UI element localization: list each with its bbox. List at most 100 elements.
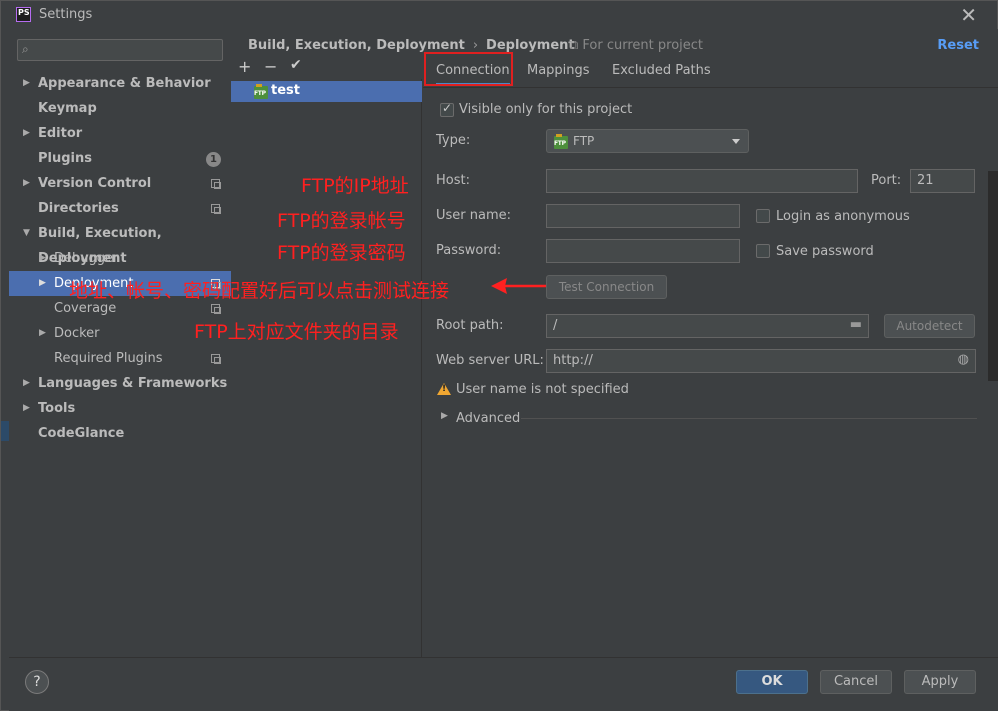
sidebar-item-debugger[interactable]: ▶ Debugger <box>9 246 231 271</box>
chevron-right-icon[interactable]: ▶ <box>441 411 448 421</box>
login-anonymous-label: Login as anonymous <box>776 209 910 224</box>
sidebar-item-keymap[interactable]: Keymap <box>9 96 231 121</box>
breadcrumb: Build, Execution, Deployment › Deployment <box>248 38 575 53</box>
chevron-right-icon: ▶ <box>39 278 46 288</box>
user-name-label: User name: <box>436 208 512 223</box>
scope-label: ⧉ For current project <box>569 38 704 53</box>
connection-tab-highlight <box>424 52 513 86</box>
web-server-url-value: http:// <box>553 353 593 368</box>
warning-icon <box>437 383 451 395</box>
background-window-strip <box>1 421 9 441</box>
password-input[interactable] <box>546 239 740 263</box>
sidebar-item-version-control[interactable]: ▶ Version Control <box>9 171 231 196</box>
chevron-right-icon: ▶ <box>23 403 30 413</box>
project-scope-icon <box>211 204 221 214</box>
search-input[interactable]: ⌕ <box>17 39 223 61</box>
user-name-input[interactable] <box>546 204 740 228</box>
annotation-host: FTP的IP地址 <box>301 175 409 197</box>
port-label: Port: <box>871 173 902 188</box>
settings-window: PS Settings ✕ ⌕ ▶ Appearance & Behavior … <box>0 0 998 711</box>
reset-link[interactable]: Reset <box>937 38 979 53</box>
sidebar-item-label: CodeGlance <box>38 426 125 441</box>
annotation-root: FTP上对应文件夹的目录 <box>194 321 399 343</box>
sidebar-item-languages-frameworks[interactable]: ▶ Languages & Frameworks <box>9 371 231 396</box>
autodetect-button[interactable]: Autodetect <box>884 314 975 338</box>
visible-only-label: Visible only for this project <box>459 102 633 117</box>
sidebar-item-editor[interactable]: ▶ Editor <box>9 121 231 146</box>
root-path-value: / <box>553 318 558 333</box>
port-input[interactable]: 21 <box>910 169 975 193</box>
sidebar-item-build-execution-deployment[interactable]: ▼ Build, Execution, Deployment <box>9 221 231 266</box>
login-anonymous-checkbox[interactable] <box>756 209 770 223</box>
sidebar-item-label: Directories <box>38 201 119 216</box>
sidebar-item-label: Version Control <box>38 176 152 191</box>
web-server-url-input[interactable]: http:// ◍ <box>546 349 976 373</box>
project-scope-icon <box>211 179 221 189</box>
sidebar-item-plugins[interactable]: Plugins 1 <box>9 146 231 171</box>
host-input[interactable] <box>546 169 858 193</box>
remove-server-button[interactable]: − <box>264 57 277 76</box>
close-icon[interactable]: ✕ <box>960 3 977 27</box>
save-password-checkbox[interactable] <box>756 244 770 258</box>
project-scope-icon <box>211 354 221 364</box>
type-label: Type: <box>436 133 471 148</box>
server-list-item[interactable]: FTP test <box>231 81 422 102</box>
sidebar-item-label: Editor <box>38 126 83 141</box>
chevron-down-icon <box>732 139 740 144</box>
password-label: Password: <box>436 243 502 258</box>
sidebar-item-label: Languages & Frameworks <box>38 376 228 391</box>
add-server-button[interactable]: + <box>238 57 251 76</box>
tab-mappings[interactable]: Mappings <box>527 57 590 85</box>
sidebar-item-directories[interactable]: Directories <box>9 196 231 221</box>
sidebar-item-tools[interactable]: ▶ Tools <box>9 396 231 421</box>
phpstorm-app-icon: PS <box>16 7 31 22</box>
tab-excluded-paths[interactable]: Excluded Paths <box>612 57 711 85</box>
sidebar-item-label: Plugins <box>38 151 92 166</box>
cancel-button[interactable]: Cancel <box>820 670 892 694</box>
sidebar-item-appearance[interactable]: ▶ Appearance & Behavior <box>9 71 231 96</box>
chevron-right-icon: ▶ <box>39 328 46 338</box>
sidebar-item-label: Debugger <box>54 251 119 266</box>
folder-icon[interactable]: ▬ <box>850 317 862 332</box>
project-scope-icon <box>211 304 221 314</box>
globe-icon[interactable]: ◍ <box>958 352 969 367</box>
apply-button[interactable]: Apply <box>904 670 976 694</box>
warning-text: User name is not specified <box>456 382 629 397</box>
root-path-input[interactable]: / ▬ <box>546 314 869 338</box>
help-button[interactable]: ? <box>25 670 49 694</box>
type-select-value: FTP <box>573 134 595 148</box>
web-server-url-label: Web server URL: <box>436 353 544 368</box>
chevron-down-icon: ▼ <box>23 228 30 238</box>
chevron-right-icon: ▶ <box>23 178 30 188</box>
sidebar-item-label: Required Plugins <box>54 351 163 366</box>
server-name: test <box>271 83 300 98</box>
chevron-right-icon: ▶ <box>23 128 30 138</box>
ftp-server-icon: FTP <box>254 84 268 99</box>
deployment-panel <box>422 29 998 657</box>
test-connection-button[interactable]: Test Connection <box>546 275 667 299</box>
breadcrumb-parent: Build, Execution, Deployment <box>248 38 465 53</box>
search-icon: ⌕ <box>22 42 29 56</box>
ok-button[interactable]: OK <box>736 670 808 694</box>
set-default-server-button[interactable]: ✔ <box>290 57 302 73</box>
annotation-arrow <box>491 278 546 294</box>
title-bar: PS Settings ✕ <box>1 1 997 29</box>
sidebar-item-required-plugins[interactable]: Required Plugins <box>9 346 231 371</box>
root-path-label: Root path: <box>436 318 504 333</box>
visible-only-checkbox[interactable] <box>440 101 454 117</box>
chevron-right-icon: ▶ <box>23 78 30 88</box>
ftp-type-icon: FTP <box>554 134 568 149</box>
sidebar-item-label: Keymap <box>38 101 97 116</box>
type-select[interactable]: FTP FTP <box>546 129 749 153</box>
tab-divider <box>423 87 998 88</box>
sidebar-item-label: Appearance & Behavior <box>38 76 211 91</box>
breadcrumb-current: Deployment <box>486 38 575 53</box>
save-password-label: Save password <box>776 244 874 259</box>
advanced-toggle[interactable]: Advanced <box>456 411 520 426</box>
chevron-right-icon: ▶ <box>39 253 46 263</box>
sidebar-item-codeglance[interactable]: CodeGlance <box>9 421 231 446</box>
project-scope-icon: ⧉ <box>569 38 583 53</box>
annotation-password: FTP的登录密码 <box>277 242 406 264</box>
server-list-toolbar: + − ✔ <box>231 57 422 79</box>
sidebar-item-label: Tools <box>38 401 76 416</box>
